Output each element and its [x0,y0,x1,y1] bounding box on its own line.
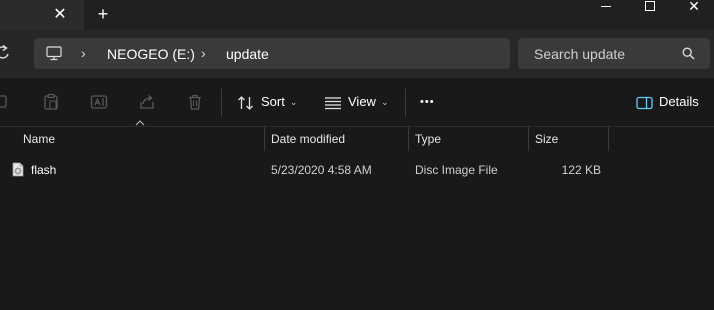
column-headers: Name Date modified Type Size [0,127,714,151]
breadcrumb-folder[interactable]: update [226,46,269,62]
search-box[interactable]: Search update [518,38,710,69]
chevron-down-icon: ⌄ [380,97,389,107]
navigation-row: › NEOGEO (E:) › update Search update [0,30,714,78]
toolbar-divider [221,89,222,117]
toolbar-divider [405,89,406,117]
disc-image-file-icon [12,162,24,177]
file-name[interactable]: flash [31,163,56,177]
file-type: Disc Image File [415,163,498,177]
close-window-button[interactable]: ✕ [672,0,714,14]
share-icon[interactable] [138,93,156,111]
copy-icon[interactable] [0,93,12,111]
this-pc-icon[interactable] [46,46,62,61]
column-header-date-modified[interactable]: Date modified [271,132,345,146]
address-bar[interactable]: › NEOGEO (E:) › update [34,38,510,69]
refresh-icon [0,44,9,59]
sort-label: Sort [261,94,285,109]
chevron-right-icon[interactable]: › [81,45,86,61]
close-tab-button[interactable]: ✕ [50,5,70,25]
column-header-type[interactable]: Type [415,132,441,146]
chevron-right-icon[interactable]: › [201,45,206,61]
more-options-button[interactable]: ••• [420,89,435,115]
column-divider[interactable] [608,127,609,151]
view-label: View [348,94,376,109]
chevron-down-icon: ⌄ [289,97,298,107]
column-divider[interactable] [264,127,265,151]
breadcrumb-drive[interactable]: NEOGEO (E:) [107,46,195,62]
sort-button[interactable]: Sort ⌄ [237,89,297,115]
minimize-icon [601,6,611,8]
maximize-button[interactable] [628,0,672,14]
view-icon [325,96,341,109]
sort-ascending-icon [135,120,145,126]
file-date-modified: 5/23/2020 4:58 AM [271,163,372,177]
file-row[interactable]: flash 5/23/2020 4:58 AM Disc Image File … [0,158,610,182]
column-divider[interactable] [528,127,529,151]
new-tab-button[interactable]: + [93,4,113,24]
maximize-icon [645,1,655,11]
search-input[interactable]: Search update [534,46,625,62]
command-bar: Sort ⌄ View ⌄ ••• Details [0,78,714,127]
view-button[interactable]: View ⌄ [324,89,389,115]
tab-update[interactable]: ✕ [0,0,84,30]
file-size: 122 KB [561,163,601,177]
refresh-button[interactable] [0,44,12,62]
column-divider[interactable] [408,127,409,151]
paste-icon[interactable] [42,93,60,111]
sort-icon [238,95,253,110]
search-icon[interactable] [682,47,695,60]
details-pane-button[interactable]: Details [636,89,699,115]
title-bar: ✕ + ✕ [0,0,714,30]
details-label: Details [659,94,699,109]
column-header-size[interactable]: Size [535,132,558,146]
rename-icon[interactable] [90,93,108,111]
delete-icon[interactable] [186,93,204,111]
column-header-name[interactable]: Name [23,132,55,146]
minimize-button[interactable] [584,0,628,14]
details-pane-icon [636,96,653,109]
